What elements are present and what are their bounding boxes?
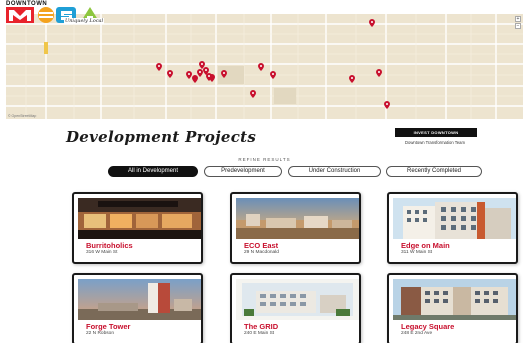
burritoholics-photo: [78, 198, 201, 239]
downtown-mesa-logo[interactable]: DOWNTOWN Uniquely Local: [4, 1, 120, 27]
project-address: 248 E 2nd Ave: [401, 331, 433, 336]
project-title: Forge Tower: [86, 322, 131, 331]
filter-recently-completed[interactable]: Recently Completed: [386, 166, 482, 177]
the-grid-photo: [236, 279, 359, 320]
project-card-the-grid[interactable]: The GRID 240 E Main St: [230, 273, 361, 343]
development-map[interactable]: + − © OpenStreetMap: [6, 14, 523, 119]
project-address: 316 W Main St: [86, 250, 118, 255]
filter-all-in-development[interactable]: All in Development: [108, 166, 198, 177]
map-zoom-in-button[interactable]: +: [515, 16, 521, 22]
project-title: Legacy Square: [401, 322, 455, 331]
filter-bar: All in Development Predevelopment Under …: [0, 166, 529, 178]
edge-on-main-photo: [393, 198, 516, 239]
project-title: Burritoholics: [86, 241, 133, 250]
project-address: 29 N Macdonald: [244, 250, 279, 255]
filter-under-construction[interactable]: Under Construction: [288, 166, 381, 177]
refine-results-label: REFINE RESULTS: [238, 157, 291, 162]
project-card-forge-tower[interactable]: Forge Tower 22 N Robson: [72, 273, 203, 343]
logo-tagline: Uniquely Local: [64, 18, 105, 24]
page-title: Development Projects: [66, 128, 257, 146]
project-card-legacy-square[interactable]: Legacy Square 248 E 2nd Ave: [387, 273, 518, 343]
forge-tower-photo: [78, 279, 201, 320]
map-zoom-out-button[interactable]: −: [515, 23, 521, 29]
project-address: 311 W Main St: [401, 250, 433, 255]
map-markers: [156, 19, 390, 109]
transformation-team-link[interactable]: Downtown Transformation Team: [405, 140, 475, 145]
project-card-eco-east[interactable]: ECO East 29 N Macdonald: [230, 192, 361, 264]
eco-east-photo: [236, 198, 359, 239]
filter-predevelopment[interactable]: Predevelopment: [204, 166, 282, 177]
project-title: The GRID: [244, 322, 279, 331]
project-title: ECO East: [244, 241, 279, 250]
project-title: Edge on Main: [401, 241, 450, 250]
project-address: 22 N Robson: [86, 331, 114, 336]
legacy-square-photo: [393, 279, 516, 320]
project-card-burritoholics[interactable]: Burritoholics 316 W Main St: [72, 192, 203, 264]
invest-downtown-box: INVEST DOWNTOWN: [395, 128, 477, 137]
project-address: 240 E Main St: [244, 331, 275, 336]
project-card-edge-on-main[interactable]: Edge on Main 311 W Main St: [387, 192, 518, 264]
map-credit: © OpenStreetMap: [8, 114, 37, 118]
